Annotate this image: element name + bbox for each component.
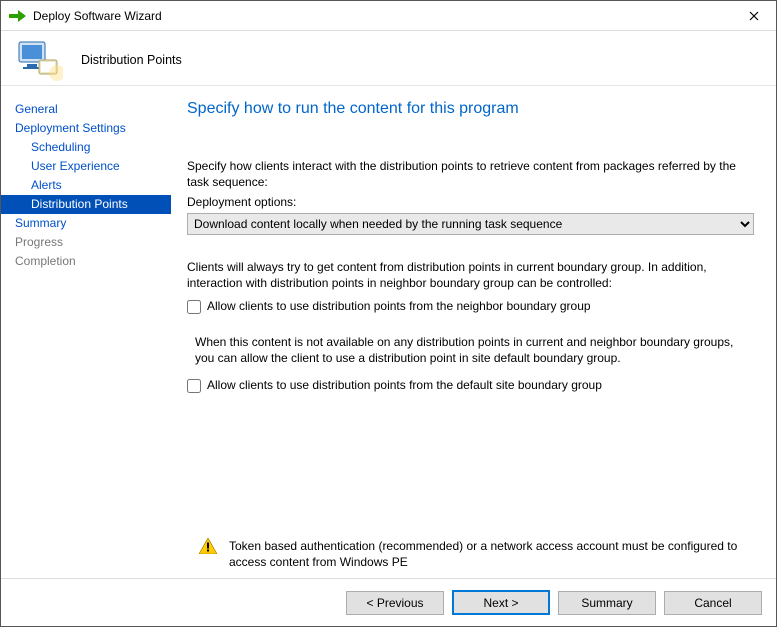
sidebar-item-scheduling[interactable]: Scheduling [1,138,171,157]
previous-button[interactable]: < Previous [346,591,444,615]
warning-row: Token based authentication (recommended)… [199,538,754,570]
wizard-computer-icon [15,38,63,82]
deployment-options-select[interactable]: Download content locally when needed by … [187,213,754,235]
neighbor-boundary-checkbox-label: Allow clients to use distribution points… [207,299,591,313]
header-band: Distribution Points [1,31,776,86]
sidebar-item-completion: Completion [1,252,171,271]
deployment-options-label: Deployment options: [187,194,754,210]
titlebar: Deploy Software Wizard [1,1,776,31]
sidebar-item-progress: Progress [1,233,171,252]
sidebar-item-summary[interactable]: Summary [1,214,171,233]
content-heading: Specify how to run the content for this … [187,100,754,118]
page-title: Distribution Points [81,53,182,67]
fallback-text: When this content is not available on an… [195,334,754,366]
close-icon [749,11,759,21]
sidebar-item-general[interactable]: General [1,100,171,119]
intro-text: Specify how clients interact with the di… [187,158,754,190]
sidebar-item-distribution-points[interactable]: Distribution Points [1,195,171,214]
sidebar-item-user-experience[interactable]: User Experience [1,157,171,176]
sidebar-item-alerts[interactable]: Alerts [1,176,171,195]
neighbor-boundary-checkbox-row[interactable]: Allow clients to use distribution points… [187,299,754,314]
cancel-button[interactable]: Cancel [664,591,762,615]
content-area: Specify how to run the content for this … [171,86,776,578]
summary-button[interactable]: Summary [558,591,656,615]
default-boundary-checkbox-row[interactable]: Allow clients to use distribution points… [187,378,754,393]
boundary-group-text: Clients will always try to get content f… [187,259,754,291]
warning-text: Token based authentication (recommended)… [229,538,754,570]
footer: < Previous Next > Summary Cancel [1,578,776,626]
wizard-arrow-icon [9,9,27,23]
main-area: GeneralDeployment SettingsSchedulingUser… [1,86,776,578]
next-button[interactable]: Next > [452,590,550,615]
default-boundary-checkbox-label: Allow clients to use distribution points… [207,378,602,392]
close-button[interactable] [731,1,776,30]
wizard-sidebar: GeneralDeployment SettingsSchedulingUser… [1,86,171,578]
neighbor-boundary-checkbox[interactable] [187,300,201,314]
default-boundary-checkbox[interactable] [187,379,201,393]
warning-icon [199,538,217,557]
sidebar-item-deployment-settings[interactable]: Deployment Settings [1,119,171,138]
window-title: Deploy Software Wizard [33,9,162,23]
